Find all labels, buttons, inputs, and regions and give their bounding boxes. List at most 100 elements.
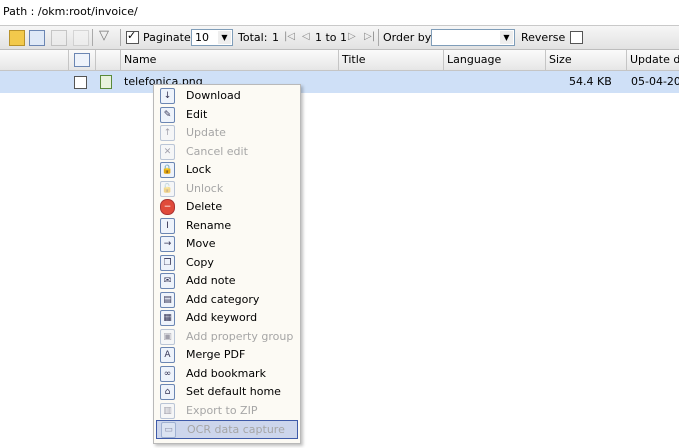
menu-item-delete[interactable]: − Delete <box>156 198 298 215</box>
menu-item-label: Add keyword <box>186 311 258 324</box>
copy-icon: ❐ <box>160 254 175 271</box>
row-update: 05-04-20 <box>631 75 679 88</box>
next-page-icon[interactable]: ▷ <box>348 31 356 42</box>
note-icon: ✉ <box>160 273 175 289</box>
separator <box>378 29 379 46</box>
category-icon: ▤ <box>160 291 175 308</box>
update-icon: ↑ <box>160 125 175 141</box>
menu-item-label: Export to ZIP <box>186 403 258 417</box>
separator <box>120 29 121 46</box>
menu-item-label: Add property group <box>186 329 294 343</box>
folder-icon[interactable] <box>9 30 25 46</box>
menu-item-merge-pdf[interactable]: A Merge PDF <box>156 346 298 363</box>
table-row[interactable]: telefonica.png 54.4 KB 05-04-20 <box>0 71 679 93</box>
cancel-edit-icon: ✕ <box>160 143 175 160</box>
menu-item-label: Cancel edit <box>186 144 248 158</box>
menu-item-label: Add bookmark <box>186 366 266 380</box>
menu-item-label: Set default home <box>186 385 281 398</box>
menu-item-set-default-home[interactable]: ⌂ Set default home <box>156 383 298 400</box>
menu-item-label: Download <box>186 89 241 102</box>
path-bar: Path : /okm:root/invoice/ <box>0 0 679 26</box>
zip-icon: ▥ <box>160 402 175 419</box>
menu-item-label: Add category <box>186 292 260 306</box>
menu-item-cancel-edit[interactable]: ✕ Cancel edit <box>156 143 298 160</box>
col-title-label: Title <box>342 53 366 66</box>
col-size[interactable]: Size <box>546 50 627 70</box>
pdf-icon: A <box>160 347 175 363</box>
reverse-checkbox[interactable] <box>570 31 583 44</box>
menu-item-label: Rename <box>186 218 232 232</box>
keyword-icon: ▦ <box>160 310 175 326</box>
chevron-down-icon: ▼ <box>500 31 513 44</box>
col-select <box>0 50 69 70</box>
ocr-icon: ▭ <box>161 422 176 438</box>
col-size-label: Size <box>549 53 572 66</box>
menu-item-update[interactable]: ↑ Update <box>156 124 298 141</box>
menu-item-ocr-data-capture[interactable]: ▭ OCR data capture <box>156 420 298 439</box>
page-size-select[interactable]: 10 ▼ <box>191 29 233 46</box>
col-update[interactable]: Update da <box>627 50 679 70</box>
menu-item-copy[interactable]: ❐ Copy <box>156 254 298 271</box>
filter-icon[interactable]: ▽ <box>99 28 113 43</box>
menu-item-unlock[interactable]: 🔓 Unlock <box>156 180 298 197</box>
first-page-icon[interactable]: |◁ <box>284 31 295 42</box>
menu-item-add-keyword[interactable]: ▦ Add keyword <box>156 309 298 326</box>
edit-icon: ✎ <box>160 106 175 123</box>
image-file-icon <box>100 75 112 89</box>
download-icon: ↓ <box>160 88 175 104</box>
total-label: Total: <box>238 31 268 44</box>
last-page-icon[interactable]: ▷| <box>364 31 375 42</box>
context-menu: ↓ Download ✎ Edit ↑ Update ✕ Cancel edit 🔒 Lock 🔓 U… <box>153 84 301 444</box>
menu-item-move[interactable]: → Move <box>156 235 298 252</box>
menu-item-export-to-zip[interactable]: ▥ Export to ZIP <box>156 402 298 419</box>
row-size: 54.4 KB <box>569 75 612 88</box>
property-group-icon: ▣ <box>160 328 175 345</box>
col-title[interactable]: Title <box>339 50 444 70</box>
mail-icon[interactable] <box>51 30 67 46</box>
col-update-label: Update da <box>630 53 679 66</box>
menu-item-label: Update <box>186 126 226 139</box>
page-size-value: 10 <box>195 31 209 44</box>
menu-item-download[interactable]: ↓ Download <box>156 87 298 104</box>
lock-icon: 🔒 <box>160 162 175 178</box>
menu-item-label: Delete <box>186 200 223 213</box>
path-label: Path : /okm:root/invoice/ <box>3 5 138 18</box>
menu-item-rename[interactable]: I Rename <box>156 217 298 234</box>
col-name-label: Name <box>124 53 157 66</box>
menu-item-add-property-group[interactable]: ▣ Add property group <box>156 328 298 345</box>
separator <box>92 29 93 46</box>
menu-item-label: Copy <box>186 255 214 269</box>
toolbar: ▽ Paginate 10 ▼ Total: 1 |◁ ◁ 1 to 1 ▷ ▷… <box>0 26 679 50</box>
menu-item-label: Edit <box>186 107 208 121</box>
menu-item-add-note[interactable]: ✉ Add note <box>156 272 298 289</box>
col-language-label: Language <box>447 53 502 66</box>
menu-item-lock[interactable]: 🔒 Lock <box>156 161 298 178</box>
unlock-icon: 🔓 <box>160 180 175 197</box>
menu-item-label: Move <box>186 237 216 250</box>
paginate-checkbox[interactable] <box>126 29 139 44</box>
menu-item-label: OCR data capture <box>187 423 285 436</box>
menu-item-label: Lock <box>186 163 212 176</box>
col-language[interactable]: Language <box>444 50 546 70</box>
delete-icon: − <box>160 199 175 215</box>
menu-item-add-category[interactable]: ▤ Add category <box>156 291 298 308</box>
col-type <box>96 50 121 70</box>
menu-item-edit[interactable]: ✎ Edit <box>156 106 298 123</box>
menu-item-label: Merge PDF <box>186 348 246 361</box>
menu-item-label: Unlock <box>186 181 224 195</box>
document-icon[interactable] <box>29 30 45 46</box>
rename-icon: I <box>160 217 175 234</box>
paginate-label: Paginate <box>143 31 191 44</box>
row-checkbox[interactable] <box>74 76 87 89</box>
menu-item-add-bookmark[interactable]: ∞ Add bookmark <box>156 365 298 382</box>
menu-item-label: Add note <box>186 274 236 287</box>
order-by-select[interactable]: ▼ <box>431 29 515 46</box>
note-icon[interactable] <box>73 30 89 46</box>
home-icon: ⌂ <box>160 384 175 400</box>
bookmark-icon: ∞ <box>160 365 175 382</box>
col-columns-toggle[interactable] <box>69 50 96 70</box>
file-table-header: Name Title Language Size Update da <box>0 50 679 71</box>
prev-page-icon[interactable]: ◁ <box>302 31 310 42</box>
move-icon: → <box>160 236 175 252</box>
col-name[interactable]: Name <box>121 50 339 70</box>
